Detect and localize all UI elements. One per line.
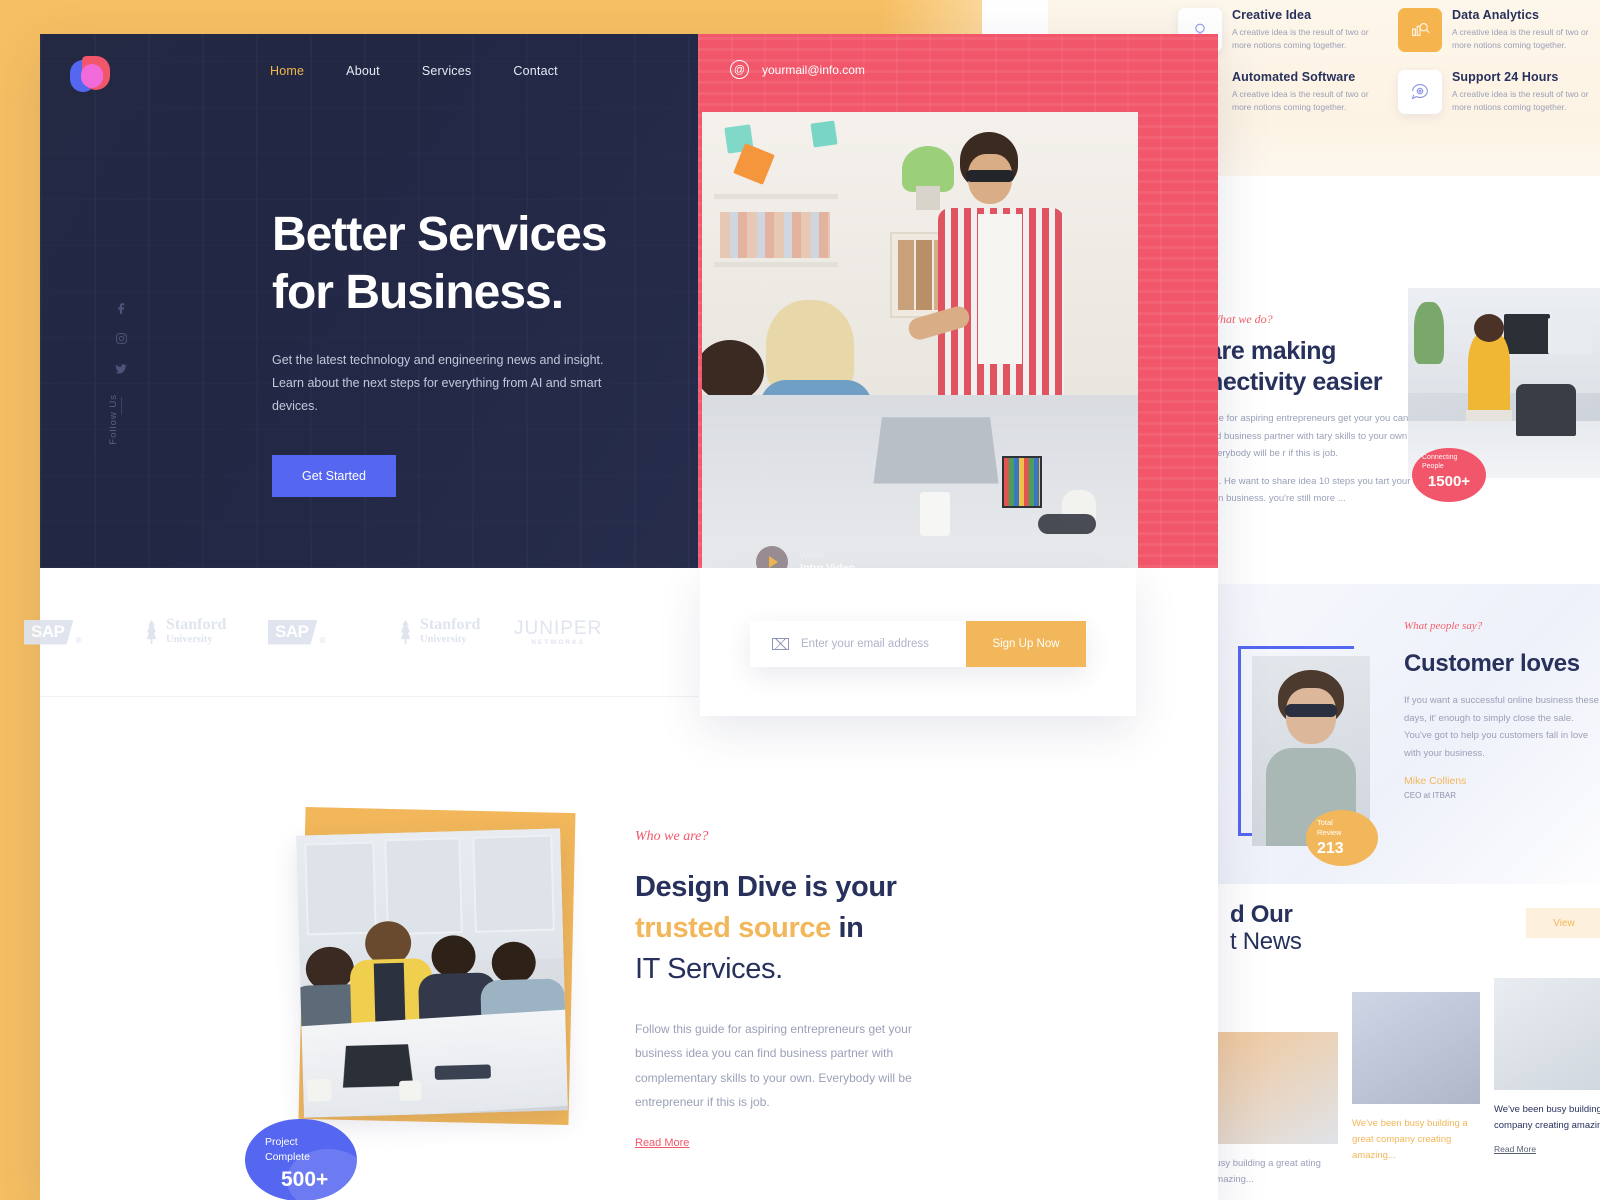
hero-title: Better Services for Business. [272, 208, 608, 319]
news-read-more-link[interactable]: Read More [1494, 1144, 1600, 1154]
envelope-icon [772, 638, 789, 650]
design-presentation-stage: Creative Idea A creative idea is the res… [0, 0, 1600, 1200]
feature-text: A creative idea is the result of two or … [1232, 89, 1369, 112]
at-icon: @ [730, 60, 749, 79]
signup-card: Enter your email address Sign Up Now [700, 568, 1136, 716]
analytics-icon [1398, 8, 1442, 52]
partner-logo-juniper: JUNIPER NETWORKS [514, 618, 603, 646]
nav-item-home[interactable]: Home [270, 64, 304, 78]
feature-title: Automated Software [1232, 70, 1356, 84]
about-image-wrap [270, 806, 576, 1130]
connectivity-heading: are making nectivity easier [1208, 337, 1383, 396]
hero-photo [702, 112, 1138, 568]
news-section: d Our t News View busy building a great a… [1210, 884, 1600, 1200]
testimonial-eyebrow: What people say? [1404, 620, 1483, 632]
partner-logo-stanford: Stanford University [398, 617, 480, 647]
email-placeholder: Enter your email address [801, 638, 929, 650]
news-card[interactable]: We've been busy building company creatin… [1494, 978, 1600, 1188]
about-heading: Design Dive is your trusted source in IT… [635, 871, 897, 986]
feature-card-support-24-hours[interactable]: Support 24 Hours A creative idea is the … [1398, 70, 1600, 114]
top-accent-band-fade [880, 0, 982, 34]
news-card-text: We've been busy building company creatin… [1494, 1104, 1600, 1132]
follow-us-label: Follow Us [108, 394, 119, 445]
nav-item-about[interactable]: About [346, 64, 380, 78]
support-chat-icon [1398, 70, 1442, 114]
project-complete-badge: Project Complete 500+ [245, 1119, 369, 1200]
feature-card-data-analytics[interactable]: Data Analytics A creative idea is the re… [1398, 8, 1600, 52]
news-view-all-button[interactable]: View [1526, 908, 1600, 938]
left-accent-band [0, 0, 40, 1200]
partner-logo-sap: SAP ® [268, 619, 325, 645]
testimonial-heading: Customer loves [1404, 650, 1580, 677]
email-field[interactable]: Enter your email address [750, 621, 966, 667]
design-dive-logo[interactable] [70, 54, 112, 96]
testimonial-author: Mike Colliens [1404, 775, 1467, 788]
hero-copy: Better Services for Business. Get the lat… [272, 206, 692, 497]
total-review-badge: Total Review 213 [1306, 810, 1378, 866]
get-started-button[interactable]: Get Started [272, 454, 396, 497]
about-eyebrow: Who we are? [635, 829, 709, 844]
header-email-text: yourmail@info.com [762, 62, 865, 77]
testimonial-section: Total Review 213 What people say? Custome… [1218, 584, 1600, 884]
feature-title: Support 24 Hours [1452, 70, 1559, 84]
feature-title: Data Analytics [1452, 8, 1540, 22]
news-card[interactable]: We've been busy building a great company… [1352, 992, 1480, 1188]
badge-value: 1500+ [1427, 472, 1471, 490]
news-thumbnail [1494, 978, 1600, 1090]
facebook-icon[interactable] [115, 302, 128, 317]
sign-up-now-button[interactable]: Sign Up Now [966, 621, 1086, 667]
partner-logo-sap: SAP ® [24, 619, 81, 645]
main-navigation: Home About Services Contact [270, 64, 558, 78]
news-card-text: We've been busy building a great company… [1352, 1118, 1468, 1162]
features-grid: Creative Idea A creative idea is the res… [1178, 8, 1600, 114]
signup-row: Enter your email address Sign Up Now [750, 621, 1086, 667]
feature-text: A creative idea is the result of two or … [1452, 27, 1589, 50]
feature-title: Creative Idea [1232, 8, 1312, 22]
feature-text: A creative idea is the result of two or … [1232, 27, 1369, 50]
nav-item-services[interactable]: Services [422, 64, 472, 78]
badge-value: 213 [1317, 839, 1344, 857]
about-paragraph: Follow this guide for aspiring entrepren… [635, 1021, 912, 1110]
partner-logo-stanford: Stanford University [144, 617, 226, 647]
testimonial-author-role: CEO at ITBAR [1404, 791, 1457, 801]
watch-label: Watch [800, 550, 824, 560]
instagram-icon[interactable] [115, 332, 128, 347]
connectivity-section: What we do? are making nectivity easier u… [1180, 288, 1600, 560]
twitter-icon[interactable] [114, 362, 128, 378]
feature-text: A creative idea is the result of two or … [1452, 89, 1589, 112]
hero-paragraph: Get the latest technology and engineerin… [272, 353, 604, 414]
news-thumbnail [1210, 1032, 1338, 1144]
partner-logo-strip: SAP ® Stanford University SAP ® Stanford Uni… [24, 568, 698, 696]
news-thumbnail [1352, 992, 1480, 1104]
about-photo [296, 828, 568, 1118]
news-card-text: busy building a great ating amazing... [1210, 1158, 1321, 1186]
news-heading: d Our t News [1230, 901, 1302, 955]
header-email[interactable]: @ yourmail@info.com [730, 60, 865, 79]
news-card-list: busy building a great ating amazing... W… [1210, 978, 1600, 1188]
testimonial-quote: If you want a successful online business… [1404, 695, 1599, 759]
nav-item-contact[interactable]: Contact [513, 64, 557, 78]
landing-page-card: Home About Services Contact @ yourmail@i… [24, 34, 1218, 1200]
connectivity-eyebrow: What we do? [1210, 312, 1273, 326]
news-card[interactable]: busy building a great ating amazing... [1210, 1032, 1338, 1188]
connecting-people-badge: Connecting People 1500+ [1412, 448, 1486, 502]
hero-section: Home About Services Contact @ yourmail@i… [40, 34, 1218, 578]
badge-value: 500+ [281, 1168, 329, 1192]
top-accent-band [0, 0, 982, 34]
section-divider [40, 696, 698, 697]
social-divider [120, 397, 122, 415]
about-copy: Who we are? Design Dive is your trusted … [635, 829, 995, 1151]
connectivity-body: uide for aspiring entrepreneurs get your… [1206, 413, 1411, 505]
about-read-more-link[interactable]: Read More [635, 1137, 689, 1149]
